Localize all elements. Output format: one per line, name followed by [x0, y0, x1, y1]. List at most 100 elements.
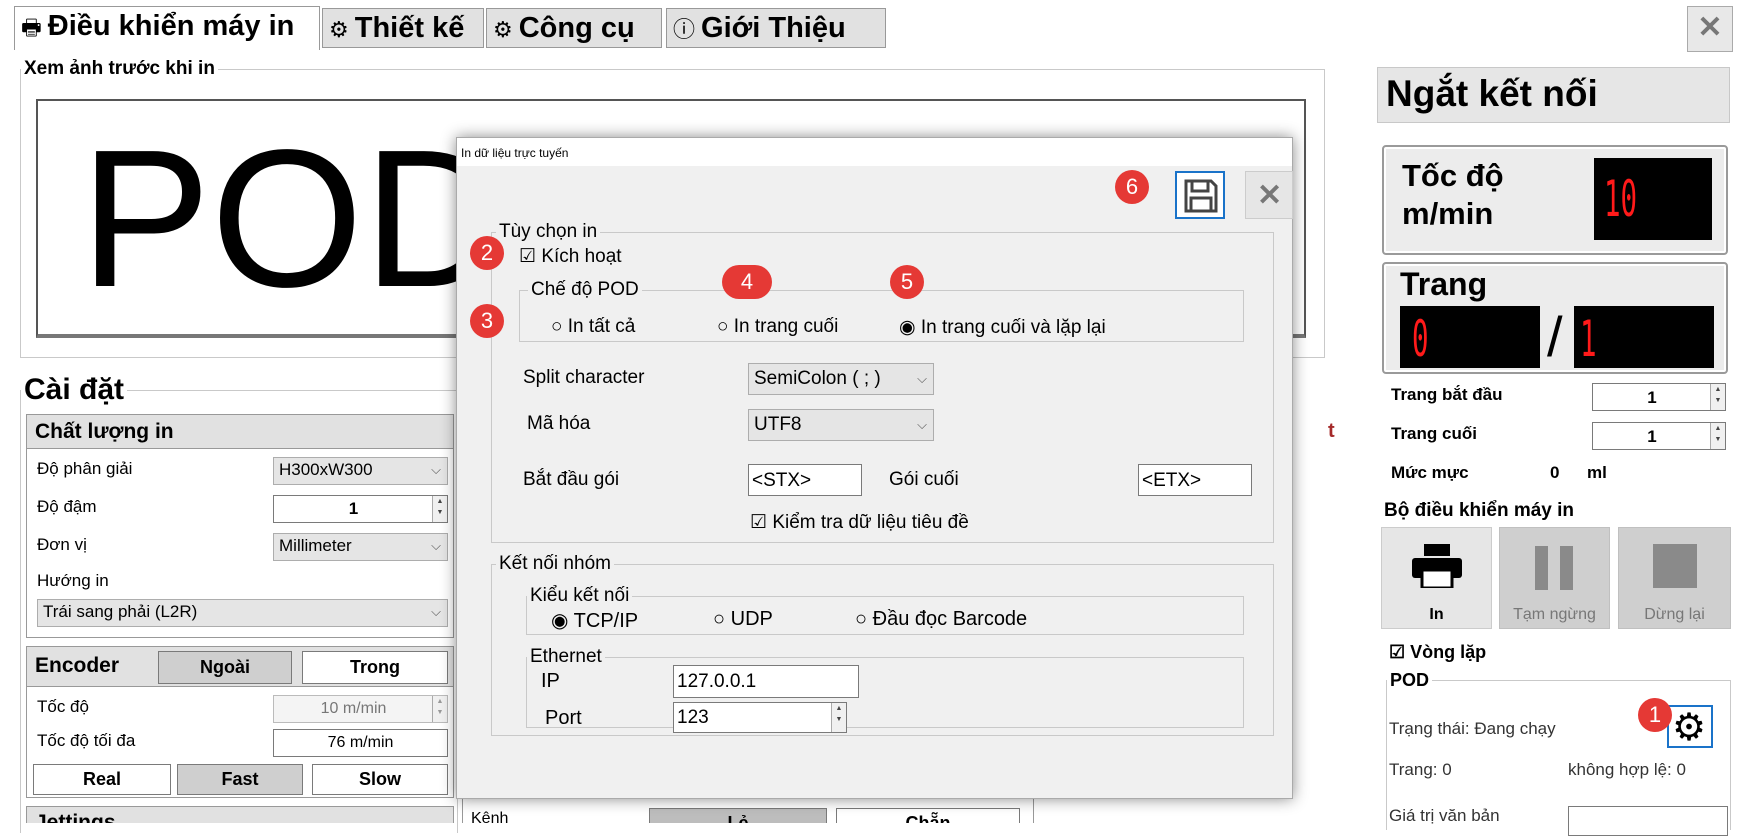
odd-button[interactable]: Lẻ — [649, 808, 827, 823]
encoder-speed-stepper[interactable]: 10 m/min ▲ ▼ — [273, 695, 448, 723]
speed-display: Tốc độ m/min 10 — [1382, 145, 1728, 255]
end-page-stepper[interactable]: 1 ▲ ▼ — [1592, 422, 1726, 450]
pause-button[interactable]: Tạm ngừng — [1499, 527, 1610, 629]
save-icon — [1184, 179, 1218, 213]
save-button[interactable] — [1175, 171, 1225, 219]
spinner-arrows-icon[interactable]: ▲ ▼ — [1710, 423, 1725, 449]
pod-settings-button[interactable]: ⚙ — [1667, 705, 1713, 749]
close-icon: ✕ — [1697, 11, 1723, 44]
chevron-down-icon: ⌵ — [431, 462, 441, 477]
encoder-external-button[interactable]: Ngoài — [158, 651, 292, 684]
button-label: Real — [82, 769, 122, 789]
gears-icon: ⚙ — [493, 17, 513, 42]
udp-label: UDP — [730, 608, 773, 630]
tab-design[interactable]: ⚙ Thiết kế — [322, 8, 484, 48]
start-packet-value: <STX> — [752, 470, 812, 491]
disconnect-button[interactable]: Ngắt kết nối — [1377, 67, 1730, 123]
callout-badge-6: 6 — [1115, 170, 1149, 204]
start-packet-field[interactable]: <STX> — [748, 464, 862, 496]
resolution-select[interactable]: H300xW300 ⌵ — [273, 457, 448, 485]
unit-label: Đơn vị — [37, 535, 87, 554]
close-icon: ✕ — [1257, 179, 1283, 212]
end-packet-field[interactable]: <ETX> — [1138, 464, 1252, 496]
max-speed-field[interactable]: 76 m/min — [273, 729, 448, 757]
split-character-select[interactable]: SemiColon ( ; ) ⌵ — [748, 363, 934, 395]
unit-select[interactable]: Millimeter ⌵ — [273, 533, 448, 561]
loop-label: Vòng lặp — [1410, 642, 1487, 662]
dialog-close-button[interactable]: ✕ — [1245, 171, 1293, 219]
quality-panel: Chất lượng in Độ phân giải H300xW300 ⌵ Độ… — [26, 414, 454, 638]
spinner-arrows-icon[interactable]: ▲ ▼ — [1710, 384, 1725, 410]
ip-field[interactable]: 127.0.0.1 — [673, 665, 859, 698]
speed-label: Tốc độ — [1402, 158, 1504, 193]
direction-select[interactable]: Trái sang phải (L2R) ⌵ — [37, 599, 448, 627]
page-total-readout: 1 — [1574, 306, 1714, 368]
dialog-titlebar: In dữ liệu trực tuyến — [457, 138, 1292, 166]
barcode-radio[interactable]: ○ Đầu đọc Barcode — [855, 608, 1027, 631]
spinner-arrows-icon[interactable]: ▲ ▼ — [432, 496, 447, 522]
start-page-stepper[interactable]: 1 ▲ ▼ — [1592, 383, 1726, 411]
tab-tools[interactable]: ⚙ Công cụ — [486, 8, 662, 48]
preview-text: POD — [80, 109, 505, 328]
fast-button[interactable]: Fast — [177, 764, 303, 795]
info-icon: ⓘ — [673, 17, 696, 42]
online-print-dialog: In dữ liệu trực tuyến ✕ Tùy chọn in ☑ Kí… — [456, 137, 1293, 799]
direction-value: Trái sang phải (L2R) — [43, 602, 198, 621]
close-app-button[interactable]: ✕ — [1687, 6, 1733, 52]
enable-label: Kích hoạt — [541, 246, 622, 267]
speed-value: 10 — [1604, 170, 1638, 228]
jettings-title: Jettings — [35, 811, 116, 823]
button-label: Trong — [350, 657, 400, 677]
mode-all-label: In tất cả — [567, 316, 636, 337]
loop-checkbox[interactable]: ☑ Vòng lặp — [1389, 642, 1486, 663]
stop-button[interactable]: Dừng lại — [1618, 527, 1731, 629]
udp-radio[interactable]: ○ UDP — [713, 608, 773, 631]
tab-label: Điều khiển máy in — [47, 10, 295, 42]
tcp-radio[interactable]: ◉ TCP/IP — [551, 608, 638, 633]
callout-badge-3: 3 — [470, 304, 504, 338]
ink-unit: ml — [1587, 463, 1607, 482]
text-value-label: Giá trị văn bản — [1389, 806, 1500, 825]
ethernet-title: Ethernet — [530, 646, 602, 667]
mode-last-repeat-label: In trang cuối và lặp lại — [920, 317, 1106, 338]
speed-unit-label: m/min — [1402, 196, 1494, 231]
stop-label: Dừng lại — [1644, 606, 1705, 623]
spinner-arrows-icon[interactable]: ▲ ▼ — [831, 703, 846, 732]
button-label: Fast — [221, 769, 259, 789]
mode-last-radio[interactable]: ○ In trang cuối — [717, 316, 838, 338]
mode-all-radio[interactable]: ○ In tất cả — [551, 316, 635, 338]
slow-button[interactable]: Slow — [312, 764, 448, 795]
printer-icon — [1412, 544, 1462, 588]
disconnect-label: Ngắt kết nối — [1386, 73, 1598, 114]
resolution-label: Độ phân giải — [37, 459, 133, 478]
pod-pages: Trang: 0 — [1389, 760, 1452, 779]
check-header-checkbox[interactable]: ☑ Kiểm tra dữ liệu tiêu đề — [750, 511, 969, 534]
real-button[interactable]: Real — [33, 764, 171, 795]
channel-label: Kênh — [471, 810, 509, 823]
encoder-panel: Encoder Ngoài Trong Tốc độ 10 m/min ▲ ▼ T… — [26, 646, 454, 798]
callout-badge-2: 2 — [470, 236, 504, 270]
end-packet-value: <ETX> — [1142, 470, 1202, 491]
text-value-field[interactable] — [1568, 806, 1728, 836]
end-page-value: 1 — [1647, 427, 1657, 446]
encoder-internal-button[interactable]: Trong — [302, 651, 448, 684]
density-stepper[interactable]: 1 ▲ ▼ — [273, 495, 448, 523]
page-current-readout: 0 — [1400, 306, 1540, 368]
quality-title: Chất lượng in — [35, 420, 174, 443]
button-label: Slow — [358, 769, 401, 789]
pod-mode-title: Chế độ POD — [531, 279, 639, 300]
spinner-arrows-icon[interactable]: ▲ ▼ — [432, 696, 447, 722]
chevron-down-icon: ⌵ — [431, 604, 441, 619]
mode-last-repeat-radio[interactable]: ◉ In trang cuối và lặp lại — [899, 316, 1106, 339]
controller-title: Bộ điều khiển máy in — [1384, 500, 1575, 521]
print-button[interactable]: In — [1381, 527, 1492, 629]
encoding-select[interactable]: UTF8 ⌵ — [748, 409, 934, 441]
port-stepper[interactable]: 123 ▲ ▼ — [673, 702, 847, 733]
ethernet-group: Ethernet — [526, 646, 1244, 728]
enable-checkbox[interactable]: ☑ Kích hoạt — [519, 245, 622, 268]
callout-badge-4: 4 — [722, 265, 772, 299]
chevron-down-icon: ⌵ — [917, 371, 927, 386]
even-button[interactable]: Chẵn — [836, 808, 1020, 823]
tab-printer-control[interactable]: 🖶 Điều khiển máy in — [14, 6, 320, 50]
tab-about[interactable]: ⓘ Giới Thiệu — [666, 8, 886, 48]
